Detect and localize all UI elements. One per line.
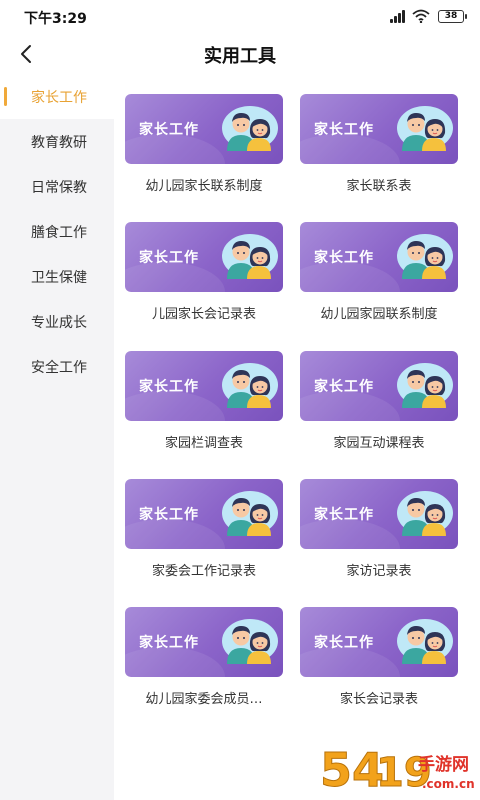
tool-card[interactable]: 家长工作 家委会工作记录表 <box>125 479 283 579</box>
tool-card-label: 家长会记录表 <box>339 692 418 707</box>
svg-text:手游网: 手游网 <box>418 754 469 775</box>
wifi-icon <box>412 9 430 23</box>
sidebar-item-growth[interactable]: 专业成长 <box>0 299 114 344</box>
tool-card[interactable]: 家长工作 家访记录表 <box>300 479 458 579</box>
watermark-logo-graphic: 54 19 手游网 .com.cn <box>320 743 475 798</box>
status-bar: 下午3:29 38 <box>0 0 480 34</box>
tool-card[interactable]: 家长工作 家园互动课程表 <box>300 351 458 451</box>
svg-text:.com.cn: .com.cn <box>422 777 474 791</box>
tool-grid: 家长工作 幼儿园家长联系制度 家长工作 家长联系表 家长工作 儿园家长会记录表 … <box>114 74 480 800</box>
tool-card-label: 儿园家长会记录表 <box>151 307 256 322</box>
sidebar-item-label: 教育教研 <box>31 134 87 151</box>
banner-text: 家长工作 <box>139 122 199 138</box>
svg-text:54: 54 <box>320 743 384 796</box>
parents-avatar-icon <box>396 362 454 408</box>
status-time: 下午3:29 <box>24 11 87 27</box>
status-icons: 38 <box>384 9 467 23</box>
tool-banner: 家长工作 <box>125 607 283 677</box>
tool-banner: 家长工作 <box>125 222 283 292</box>
tool-banner: 家长工作 <box>125 94 283 164</box>
tool-card-label: 幼儿园家委会成员… <box>145 692 263 707</box>
banner-text: 家长工作 <box>314 250 374 266</box>
tool-card[interactable]: 家长工作 幼儿园家长联系制度 <box>125 94 283 194</box>
tool-banner: 家长工作 <box>300 94 458 164</box>
tool-card-label: 幼儿园家长联系制度 <box>145 179 263 194</box>
tool-banner: 家长工作 <box>125 479 283 549</box>
tool-card[interactable]: 家长工作 幼儿园家委会成员… <box>125 607 283 707</box>
parents-avatar-icon <box>396 490 454 536</box>
tool-banner: 家长工作 <box>300 351 458 421</box>
banner-text: 家长工作 <box>314 635 374 651</box>
nav-bar: 实用工具 <box>0 34 480 74</box>
sidebar-item-label: 膳食工作 <box>31 224 87 241</box>
banner-text: 家长工作 <box>139 635 199 651</box>
banner-text: 家长工作 <box>314 379 374 395</box>
sidebar-item-label: 安全工作 <box>31 359 87 376</box>
tool-card-label: 家访记录表 <box>346 564 412 579</box>
tool-card[interactable]: 家长工作 幼儿园家园联系制度 <box>300 222 458 322</box>
sidebar-item-label: 家长工作 <box>31 89 87 106</box>
tool-banner: 家长工作 <box>125 351 283 421</box>
tool-card-label: 幼儿园家园联系制度 <box>320 307 438 322</box>
banner-text: 家长工作 <box>139 507 199 523</box>
parents-avatar-icon <box>221 233 279 279</box>
tool-card-label: 家长联系表 <box>346 179 412 194</box>
sidebar-item-label: 专业成长 <box>31 314 87 331</box>
parents-avatar-icon <box>221 490 279 536</box>
tool-card[interactable]: 家长工作 家长联系表 <box>300 94 458 194</box>
page-title: 实用工具 <box>204 46 276 67</box>
battery-level: 38 <box>444 11 458 21</box>
banner-text: 家长工作 <box>139 250 199 266</box>
active-indicator <box>4 87 7 106</box>
sidebar-item-teaching-research[interactable]: 教育教研 <box>0 119 114 164</box>
parents-avatar-icon <box>221 105 279 151</box>
tool-card-label: 家园互动课程表 <box>333 436 425 451</box>
sidebar-item-meals[interactable]: 膳食工作 <box>0 209 114 254</box>
parents-avatar-icon <box>221 362 279 408</box>
sidebar-item-label: 卫生保健 <box>31 269 87 286</box>
banner-text: 家长工作 <box>139 379 199 395</box>
parents-avatar-icon <box>221 618 279 664</box>
tool-banner: 家长工作 <box>300 607 458 677</box>
tool-banner: 家长工作 <box>300 479 458 549</box>
sidebar: 家长工作 教育教研 日常保教 膳食工作 卫生保健 专业成长 安全工作 <box>0 74 114 800</box>
tool-banner: 家长工作 <box>300 222 458 292</box>
sidebar-item-health[interactable]: 卫生保健 <box>0 254 114 299</box>
parents-avatar-icon <box>396 618 454 664</box>
sidebar-item-label: 日常保教 <box>31 179 87 196</box>
tool-card[interactable]: 家长工作 家长会记录表 <box>300 607 458 707</box>
sidebar-item-safety[interactable]: 安全工作 <box>0 344 114 389</box>
watermark-logo: 54 19 手游网 .com.cn <box>318 742 475 798</box>
sidebar-item-parent-work[interactable]: 家长工作 <box>0 74 114 119</box>
tool-card[interactable]: 家长工作 儿园家长会记录表 <box>125 222 283 322</box>
signal-icon <box>384 9 405 23</box>
tool-card-label: 家园栏调查表 <box>164 436 243 451</box>
banner-text: 家长工作 <box>314 507 374 523</box>
banner-text: 家长工作 <box>314 122 374 138</box>
parents-avatar-icon <box>396 233 454 279</box>
sidebar-item-daily-care[interactable]: 日常保教 <box>0 164 114 209</box>
tool-card[interactable]: 家长工作 家园栏调查表 <box>125 351 283 451</box>
parents-avatar-icon <box>396 105 454 151</box>
battery-icon: 38 <box>438 9 467 23</box>
tool-card-label: 家委会工作记录表 <box>151 564 256 579</box>
